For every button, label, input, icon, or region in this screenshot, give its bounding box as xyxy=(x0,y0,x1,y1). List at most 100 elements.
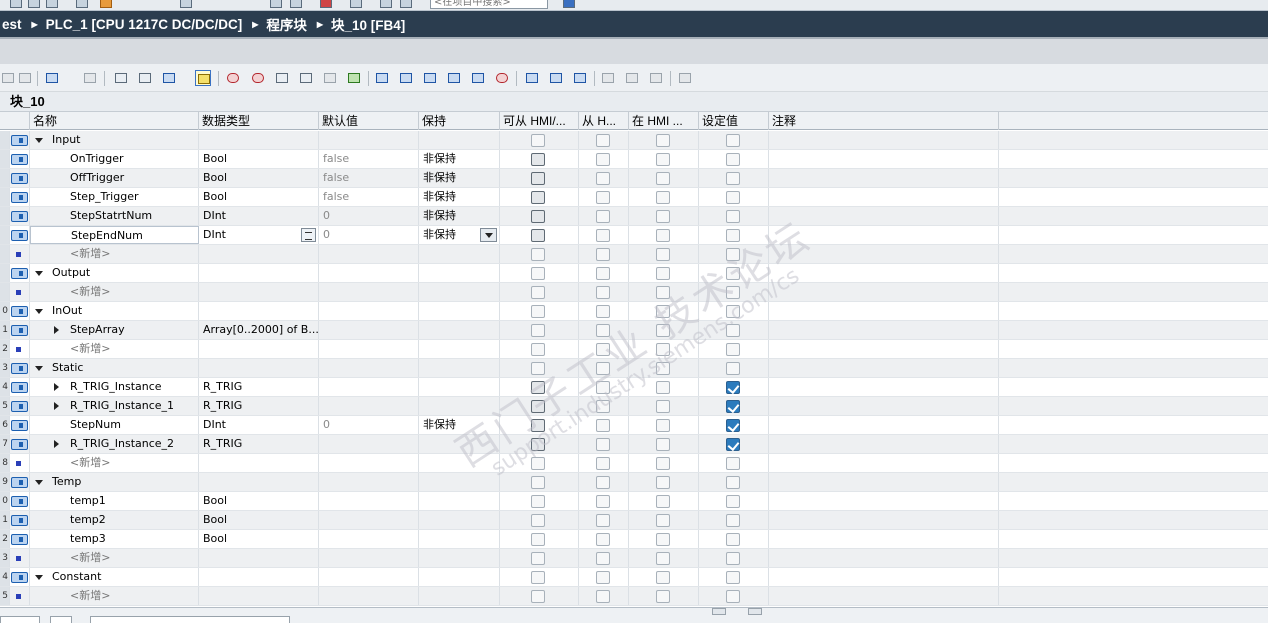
bottom-tab[interactable] xyxy=(0,616,40,623)
name-cell[interactable]: Input xyxy=(30,131,199,149)
collapse-icon[interactable] xyxy=(35,575,43,580)
retain-dropdown-button[interactable] xyxy=(480,228,497,242)
hmi-writable-checkbox[interactable] xyxy=(596,552,610,565)
data-type-cell[interactable] xyxy=(199,264,319,282)
hmi-writable-checkbox[interactable] xyxy=(596,457,610,470)
hmi-visible-checkbox[interactable] xyxy=(656,286,670,299)
comment-cell[interactable] xyxy=(769,416,999,434)
link-icon[interactable] xyxy=(600,70,616,86)
hmi-accessible-checkbox[interactable] xyxy=(531,229,545,242)
comment-cell[interactable] xyxy=(769,226,999,244)
comment-cell[interactable] xyxy=(769,340,999,358)
setpoint-checkbox[interactable] xyxy=(726,191,740,204)
hmi-accessible-checkbox[interactable] xyxy=(531,267,545,280)
data-type-cell[interactable]: Array[0..2000] of B... xyxy=(199,321,319,339)
default-value-cell[interactable] xyxy=(319,568,419,586)
name-cell[interactable]: StepEndNum xyxy=(30,226,199,244)
default-value-cell[interactable]: 0 xyxy=(319,226,419,244)
default-value-cell[interactable] xyxy=(319,302,419,320)
glasses-all-icon[interactable] xyxy=(648,70,664,86)
expand-icon[interactable] xyxy=(54,326,59,334)
comment-cell[interactable] xyxy=(769,454,999,472)
name-cell[interactable]: <新增> xyxy=(30,245,199,263)
hmi-writable-checkbox[interactable] xyxy=(596,381,610,394)
header-hmi-accessible[interactable]: 可从 HMI/... xyxy=(500,112,579,130)
cut-icon[interactable] xyxy=(46,0,58,8)
remove-sort-icon[interactable] xyxy=(494,70,510,86)
header-default-value[interactable]: 默认值 xyxy=(319,112,419,130)
data-type-cell[interactable]: R_TRIG xyxy=(199,378,319,396)
retain-cell[interactable]: 非保持 xyxy=(419,188,500,206)
table-row[interactable]: OnTrigger Bool false 非保持 xyxy=(0,150,1268,169)
setpoint-checkbox[interactable] xyxy=(726,495,740,508)
name-cell[interactable]: <新增> xyxy=(30,340,199,358)
add-row-icon[interactable] xyxy=(17,70,33,86)
setpoint-checkbox[interactable] xyxy=(726,248,740,261)
hmi-accessible-checkbox[interactable] xyxy=(531,172,545,185)
hmi-writable-checkbox[interactable] xyxy=(596,571,610,584)
hmi-writable-checkbox[interactable] xyxy=(596,286,610,299)
default-value-cell[interactable] xyxy=(319,283,419,301)
hmi-visible-checkbox[interactable] xyxy=(656,172,670,185)
comment-cell[interactable] xyxy=(769,568,999,586)
setpoint-checkbox[interactable] xyxy=(726,514,740,527)
name-cell[interactable]: InOut xyxy=(30,302,199,320)
retain-cell[interactable] xyxy=(419,131,500,149)
retain-cell[interactable] xyxy=(419,473,500,491)
type-picker-button[interactable] xyxy=(301,228,316,242)
retain-cell[interactable] xyxy=(419,587,500,605)
breadcrumb-item-program-blocks[interactable]: 程序块 xyxy=(262,14,311,34)
hmi-visible-checkbox[interactable] xyxy=(656,476,670,489)
retain-cell[interactable] xyxy=(419,568,500,586)
hmi-writable-checkbox[interactable] xyxy=(596,343,610,356)
header-name[interactable]: 名称 xyxy=(30,112,199,130)
hmi-writable-checkbox[interactable] xyxy=(596,210,610,223)
scroll-down-button[interactable] xyxy=(748,608,762,615)
setpoint-checkbox[interactable] xyxy=(726,476,740,489)
retain-cell[interactable]: 非保持 xyxy=(419,169,500,187)
table-row[interactable]: Step_Trigger Bool false 非保持 xyxy=(0,188,1268,207)
default-value-cell[interactable] xyxy=(319,530,419,548)
hmi-accessible-checkbox[interactable] xyxy=(531,571,545,584)
table-row[interactable]: 6 StepNum DInt 0 非保持 xyxy=(0,416,1268,435)
hmi-writable-checkbox[interactable] xyxy=(596,134,610,147)
breadcrumb-item-project[interactable]: est xyxy=(0,17,26,32)
insert-network-icon[interactable] xyxy=(374,70,390,86)
stop-cpu-icon[interactable] xyxy=(320,0,332,8)
goto-icon[interactable] xyxy=(548,70,564,86)
comment-cell[interactable] xyxy=(769,264,999,282)
breadcrumb-item-plc[interactable]: PLC_1 [CPU 1217C DC/DC/DC] xyxy=(42,17,247,32)
hmi-accessible-checkbox[interactable] xyxy=(531,343,545,356)
hmi-writable-checkbox[interactable] xyxy=(596,533,610,546)
hmi-accessible-checkbox[interactable] xyxy=(531,248,545,261)
hmi-accessible-checkbox[interactable] xyxy=(531,191,545,204)
table-row[interactable]: 1 temp2 Bool xyxy=(0,511,1268,530)
default-value-cell[interactable] xyxy=(319,264,419,282)
default-value-cell[interactable] xyxy=(319,397,419,415)
name-cell[interactable]: <新增> xyxy=(30,454,199,472)
go-online-icon[interactable] xyxy=(100,0,112,8)
comment-cell[interactable] xyxy=(769,435,999,453)
retain-cell[interactable] xyxy=(419,264,500,282)
add-row[interactable]: 3 <新增> xyxy=(0,549,1268,568)
setpoint-checkbox[interactable] xyxy=(726,419,740,432)
hmi-accessible-checkbox[interactable] xyxy=(531,286,545,299)
add-new-label[interactable]: <新增> xyxy=(70,587,110,605)
setpoint-checkbox[interactable] xyxy=(726,400,740,413)
name-cell[interactable]: StepStatrtNum xyxy=(30,207,199,225)
retain-cell[interactable]: 非保持 xyxy=(419,416,500,434)
accessible-devices-icon[interactable] xyxy=(270,0,282,8)
start-cpu-icon[interactable] xyxy=(290,0,302,8)
hmi-visible-checkbox[interactable] xyxy=(656,305,670,318)
hmi-writable-checkbox[interactable] xyxy=(596,305,610,318)
table-row[interactable]: 1 StepArray Array[0..2000] of B... xyxy=(0,321,1268,340)
section-row[interactable]: Output xyxy=(0,264,1268,283)
delete-breakpoint-icon[interactable] xyxy=(225,70,241,86)
default-value-cell[interactable] xyxy=(319,473,419,491)
split-editor-icon[interactable] xyxy=(380,0,392,8)
retain-cell[interactable] xyxy=(419,302,500,320)
setpoint-checkbox[interactable] xyxy=(726,267,740,280)
data-type-cell[interactable]: R_TRIG xyxy=(199,397,319,415)
data-type-cell[interactable] xyxy=(199,340,319,358)
hmi-visible-checkbox[interactable] xyxy=(656,153,670,166)
